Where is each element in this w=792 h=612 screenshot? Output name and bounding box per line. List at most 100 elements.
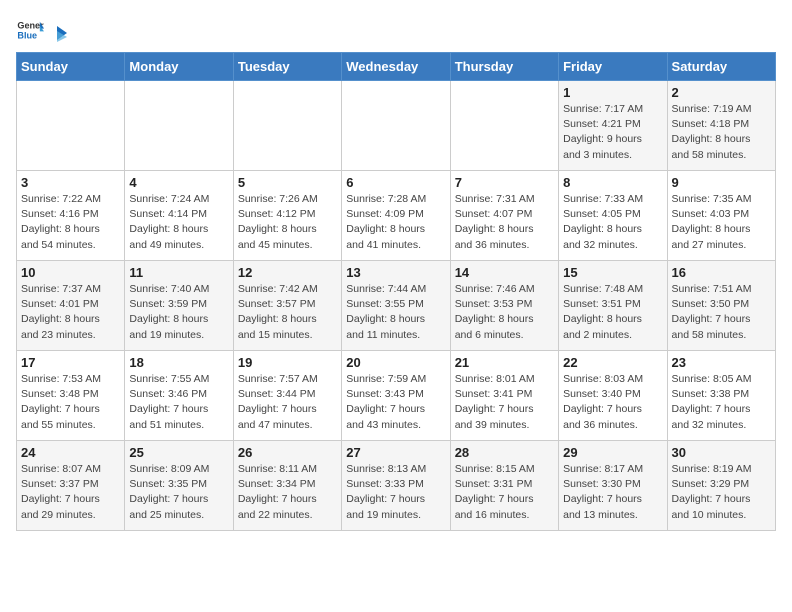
day-info: Sunrise: 8:15 AMSunset: 3:31 PMDaylight:…	[455, 462, 554, 523]
calendar-cell: 17 Sunrise: 7:53 AMSunset: 3:48 PMDayligh…	[17, 351, 125, 441]
calendar-cell	[17, 81, 125, 171]
day-info: Sunrise: 8:11 AMSunset: 3:34 PMDaylight:…	[238, 462, 337, 523]
header-day-tuesday: Tuesday	[233, 53, 341, 81]
header-day-friday: Friday	[559, 53, 667, 81]
calendar-cell: 25 Sunrise: 8:09 AMSunset: 3:35 PMDayligh…	[125, 441, 233, 531]
week-row-5: 24Sunrise: 8:07 AMSunset: 3:37 PMDayligh…	[17, 441, 776, 531]
calendar-cell: 12 Sunrise: 7:42 AMSunset: 3:57 PMDayligh…	[233, 261, 341, 351]
day-info: Sunrise: 7:44 AMSunset: 3:55 PMDaylight:…	[346, 282, 445, 343]
week-row-2: 3 Sunrise: 7:22 AMSunset: 4:16 PMDaylight…	[17, 171, 776, 261]
day-number: 7	[455, 175, 554, 190]
day-number: 14	[455, 265, 554, 280]
logo-arrow-icon	[49, 22, 71, 44]
day-number: 17	[21, 355, 120, 370]
calendar-cell: 15 Sunrise: 7:48 AMSunset: 3:51 PMDayligh…	[559, 261, 667, 351]
day-number: 28	[455, 445, 554, 460]
calendar-cell: 22Sunrise: 8:03 AMSunset: 3:40 PMDayligh…	[559, 351, 667, 441]
day-info: Sunrise: 7:26 AMSunset: 4:12 PMDaylight:…	[238, 192, 337, 253]
calendar-cell: 13 Sunrise: 7:44 AMSunset: 3:55 PMDayligh…	[342, 261, 450, 351]
logo: General Blue	[16, 16, 72, 44]
calendar-cell: 20 Sunrise: 7:59 AMSunset: 3:43 PMDayligh…	[342, 351, 450, 441]
calendar-cell	[233, 81, 341, 171]
day-info: Sunrise: 7:48 AMSunset: 3:51 PMDaylight:…	[563, 282, 662, 343]
calendar-cell: 6 Sunrise: 7:28 AMSunset: 4:09 PMDaylight…	[342, 171, 450, 261]
calendar-cell: 2Sunrise: 7:19 AMSunset: 4:18 PMDaylight…	[667, 81, 775, 171]
day-number: 6	[346, 175, 445, 190]
day-info: Sunrise: 8:05 AMSunset: 3:38 PMDaylight:…	[672, 372, 771, 433]
calendar-table: SundayMondayTuesdayWednesdayThursdayFrid…	[16, 52, 776, 531]
day-info: Sunrise: 7:37 AMSunset: 4:01 PMDaylight:…	[21, 282, 120, 343]
day-number: 23	[672, 355, 771, 370]
day-number: 11	[129, 265, 228, 280]
day-info: Sunrise: 7:40 AMSunset: 3:59 PMDaylight:…	[129, 282, 228, 343]
calendar-body: 1 Sunrise: 7:17 AMSunset: 4:21 PMDaylight…	[17, 81, 776, 531]
day-number: 13	[346, 265, 445, 280]
day-number: 21	[455, 355, 554, 370]
day-number: 4	[129, 175, 228, 190]
day-info: Sunrise: 8:13 AMSunset: 3:33 PMDaylight:…	[346, 462, 445, 523]
calendar-cell: 16Sunrise: 7:51 AMSunset: 3:50 PMDayligh…	[667, 261, 775, 351]
calendar-cell: 7 Sunrise: 7:31 AMSunset: 4:07 PMDaylight…	[450, 171, 558, 261]
header-day-wednesday: Wednesday	[342, 53, 450, 81]
svg-text:Blue: Blue	[17, 30, 37, 40]
day-number: 19	[238, 355, 337, 370]
day-number: 10	[21, 265, 120, 280]
calendar-cell: 11 Sunrise: 7:40 AMSunset: 3:59 PMDayligh…	[125, 261, 233, 351]
day-info: Sunrise: 7:51 AMSunset: 3:50 PMDaylight:…	[672, 282, 771, 343]
calendar-cell: 29Sunrise: 8:17 AMSunset: 3:30 PMDayligh…	[559, 441, 667, 531]
day-info: Sunrise: 7:46 AMSunset: 3:53 PMDaylight:…	[455, 282, 554, 343]
calendar-cell	[450, 81, 558, 171]
day-info: Sunrise: 7:33 AMSunset: 4:05 PMDaylight:…	[563, 192, 662, 253]
day-number: 27	[346, 445, 445, 460]
calendar-cell: 10 Sunrise: 7:37 AMSunset: 4:01 PMDayligh…	[17, 261, 125, 351]
day-number: 8	[563, 175, 662, 190]
day-info: Sunrise: 7:22 AMSunset: 4:16 PMDaylight:…	[21, 192, 120, 253]
calendar-cell: 24Sunrise: 8:07 AMSunset: 3:37 PMDayligh…	[17, 441, 125, 531]
calendar-cell: 9Sunrise: 7:35 AMSunset: 4:03 PMDaylight…	[667, 171, 775, 261]
header-day-monday: Monday	[125, 53, 233, 81]
calendar-cell: 18Sunrise: 7:55 AMSunset: 3:46 PMDayligh…	[125, 351, 233, 441]
day-info: Sunrise: 7:17 AMSunset: 4:21 PMDaylight:…	[563, 102, 662, 163]
day-number: 5	[238, 175, 337, 190]
day-number: 18	[129, 355, 228, 370]
day-info: Sunrise: 7:31 AMSunset: 4:07 PMDaylight:…	[455, 192, 554, 253]
calendar-cell: 26 Sunrise: 8:11 AMSunset: 3:34 PMDayligh…	[233, 441, 341, 531]
header-day-sunday: Sunday	[17, 53, 125, 81]
week-row-3: 10 Sunrise: 7:37 AMSunset: 4:01 PMDayligh…	[17, 261, 776, 351]
day-number: 25	[129, 445, 228, 460]
day-info: Sunrise: 7:57 AMSunset: 3:44 PMDaylight:…	[238, 372, 337, 433]
calendar-cell: 30 Sunrise: 8:19 AMSunset: 3:29 PMDayligh…	[667, 441, 775, 531]
calendar-cell: 3 Sunrise: 7:22 AMSunset: 4:16 PMDaylight…	[17, 171, 125, 261]
day-number: 12	[238, 265, 337, 280]
day-info: Sunrise: 7:24 AMSunset: 4:14 PMDaylight:…	[129, 192, 228, 253]
calendar-cell: 27 Sunrise: 8:13 AMSunset: 3:33 PMDayligh…	[342, 441, 450, 531]
day-info: Sunrise: 8:01 AMSunset: 3:41 PMDaylight:…	[455, 372, 554, 433]
day-info: Sunrise: 8:07 AMSunset: 3:37 PMDaylight:…	[21, 462, 120, 523]
calendar-cell: 4 Sunrise: 7:24 AMSunset: 4:14 PMDaylight…	[125, 171, 233, 261]
header-row: SundayMondayTuesdayWednesdayThursdayFrid…	[17, 53, 776, 81]
day-info: Sunrise: 8:17 AMSunset: 3:30 PMDaylight:…	[563, 462, 662, 523]
header-day-saturday: Saturday	[667, 53, 775, 81]
calendar-cell	[125, 81, 233, 171]
day-number: 26	[238, 445, 337, 460]
day-number: 20	[346, 355, 445, 370]
calendar-cell: 19 Sunrise: 7:57 AMSunset: 3:44 PMDayligh…	[233, 351, 341, 441]
day-info: Sunrise: 7:42 AMSunset: 3:57 PMDaylight:…	[238, 282, 337, 343]
day-number: 30	[672, 445, 771, 460]
day-number: 1	[563, 85, 662, 100]
day-info: Sunrise: 7:59 AMSunset: 3:43 PMDaylight:…	[346, 372, 445, 433]
day-info: Sunrise: 7:28 AMSunset: 4:09 PMDaylight:…	[346, 192, 445, 253]
day-info: Sunrise: 7:53 AMSunset: 3:48 PMDaylight:…	[21, 372, 120, 433]
day-info: Sunrise: 7:35 AMSunset: 4:03 PMDaylight:…	[672, 192, 771, 253]
day-number: 3	[21, 175, 120, 190]
calendar-cell	[342, 81, 450, 171]
calendar-header: SundayMondayTuesdayWednesdayThursdayFrid…	[17, 53, 776, 81]
calendar-cell: 28 Sunrise: 8:15 AMSunset: 3:31 PMDayligh…	[450, 441, 558, 531]
week-row-1: 1 Sunrise: 7:17 AMSunset: 4:21 PMDaylight…	[17, 81, 776, 171]
day-info: Sunrise: 8:03 AMSunset: 3:40 PMDaylight:…	[563, 372, 662, 433]
day-info: Sunrise: 8:09 AMSunset: 3:35 PMDaylight:…	[129, 462, 228, 523]
calendar-cell: 21 Sunrise: 8:01 AMSunset: 3:41 PMDayligh…	[450, 351, 558, 441]
calendar-cell: 5 Sunrise: 7:26 AMSunset: 4:12 PMDaylight…	[233, 171, 341, 261]
day-number: 15	[563, 265, 662, 280]
day-info: Sunrise: 8:19 AMSunset: 3:29 PMDaylight:…	[672, 462, 771, 523]
